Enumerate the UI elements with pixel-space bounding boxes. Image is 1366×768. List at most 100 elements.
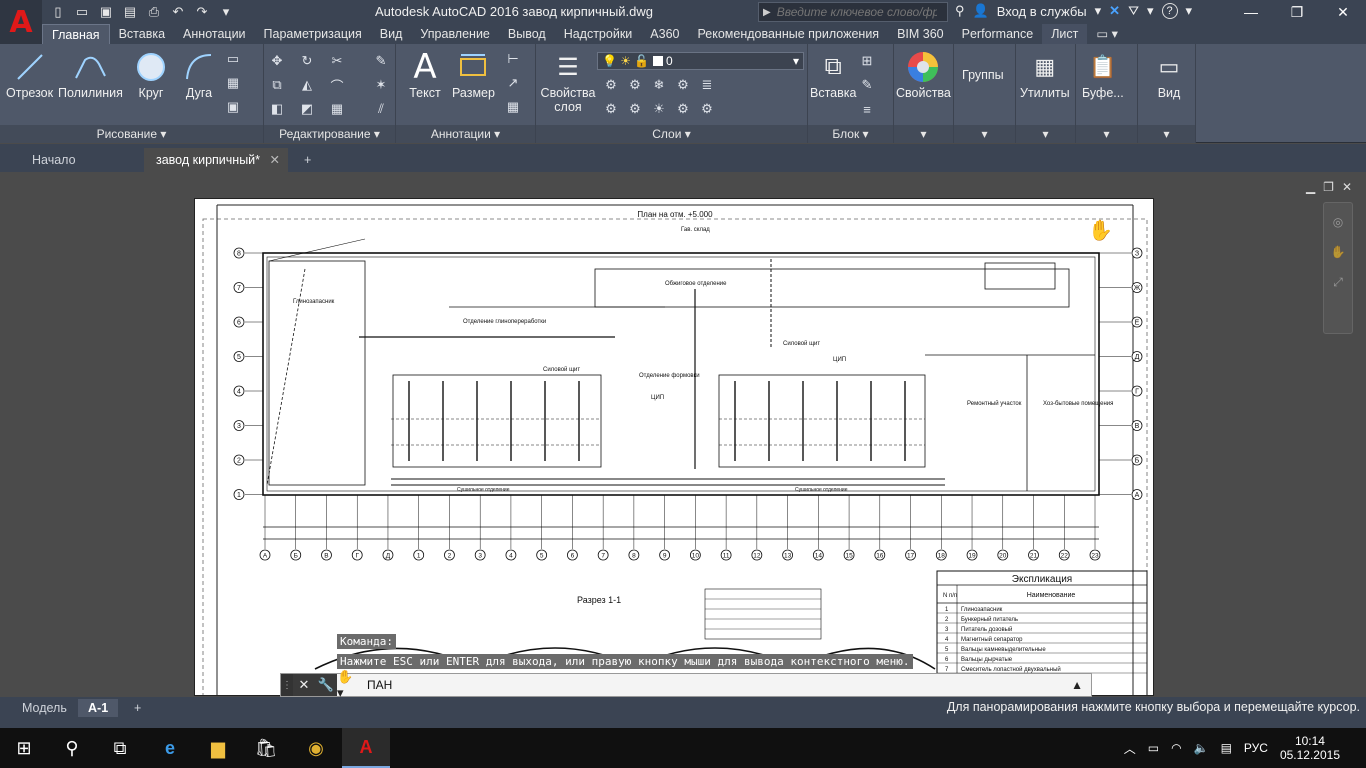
view-button[interactable]: ▭ Вид [1152, 50, 1186, 100]
polyline-button[interactable]: Полилиния [58, 50, 123, 100]
properties-expand[interactable]: ▾ [894, 125, 953, 143]
trim-icon[interactable]: ✂ [328, 52, 346, 70]
ribbon-tab[interactable]: Вывод [499, 24, 555, 44]
drawing-area[interactable]: ▁ ❐ ✕ ◎ ✋ ⤢ План на отм. +5.000 8 З 7 Ж … [0, 172, 1366, 696]
language-indicator[interactable]: РУС [1244, 741, 1268, 755]
tab-layout-a1[interactable]: A-1 [78, 699, 119, 717]
array-icon[interactable]: ▦ [328, 100, 346, 118]
copy-icon[interactable]: ⧉ [268, 76, 286, 94]
binoculars-icon[interactable]: ⚲ [955, 3, 965, 19]
tab-start[interactable]: Начало [20, 148, 88, 172]
scale-icon[interactable]: ◩ [298, 100, 316, 118]
pan-icon[interactable]: ✋ [1324, 245, 1352, 275]
undo-icon[interactable]: ↶ [168, 3, 188, 21]
search-box[interactable]: ▶ [758, 2, 948, 22]
explode-icon[interactable]: ✶ [372, 76, 390, 94]
rotate-icon[interactable]: ↻ [298, 52, 316, 70]
ribbon-tab[interactable]: Рекомендованные приложения [688, 24, 888, 44]
layer-isolate-icon[interactable]: ⚙ [626, 76, 644, 94]
save-as-icon[interactable]: ▤ [120, 3, 140, 21]
groups-button[interactable]: Группы [962, 68, 1004, 82]
restore-button[interactable]: ❐ [1274, 0, 1320, 24]
offset-icon[interactable]: ⫽ [372, 100, 390, 118]
wifi-icon[interactable]: ◠ [1171, 741, 1181, 755]
command-close-icon[interactable]: ✕ [293, 674, 315, 696]
signin-dropdown-icon[interactable]: ▾ [1095, 3, 1102, 19]
layer-unisolate-icon[interactable]: ⚙ [626, 100, 644, 118]
tab-drawing[interactable]: завод кирпичный* ✕ [144, 148, 288, 172]
layers-panel-title[interactable]: Слои ▾ [536, 125, 807, 143]
ribbon-tab[interactable]: Вставка [110, 24, 174, 44]
text-button[interactable]: A Текст [408, 47, 442, 100]
modify-panel-title[interactable]: Редактирование ▾ [264, 125, 395, 143]
new-file-icon[interactable]: ▯ [48, 3, 68, 21]
command-history-toggle-icon[interactable]: ▲ [1071, 678, 1083, 692]
command-customize-icon[interactable]: 🔧 [315, 674, 337, 696]
hatch-icon[interactable]: ▦ [224, 74, 242, 92]
close-button[interactable]: ✕ [1320, 0, 1366, 24]
volume-icon[interactable]: 🔈 [1194, 741, 1209, 755]
help-button[interactable]: ? [1161, 3, 1178, 19]
layer-on-icon[interactable]: ⚙ [602, 100, 620, 118]
qat-dropdown-icon[interactable]: ▾ [216, 3, 236, 21]
erase-icon[interactable]: ✎ [372, 52, 390, 70]
ribbon-tab[interactable]: Вид [371, 24, 412, 44]
rectangle-icon[interactable]: ▭ [224, 50, 242, 68]
signin-link[interactable]: Вход в службы [997, 4, 1087, 19]
ribbon-tab[interactable]: A360 [641, 24, 688, 44]
leader-icon[interactable]: ↗ [504, 74, 522, 92]
block-panel-title[interactable]: Блок ▾ [808, 125, 893, 143]
steering-wheel-icon[interactable]: ◎ [1324, 215, 1352, 245]
move-icon[interactable]: ✥ [268, 52, 286, 70]
create-block-icon[interactable]: ⊞ [858, 52, 876, 70]
paper-sheet[interactable]: План на отм. +5.000 8 З 7 Ж 6 Е 5 Д 4 Г … [194, 198, 1154, 696]
drawing-minimize-icon[interactable]: ▁ [1306, 180, 1315, 194]
tray-expand-icon[interactable]: ︿ [1124, 740, 1136, 757]
ribbon-tab[interactable]: Лист [1042, 24, 1088, 44]
ribbon-tab[interactable]: Performance [953, 24, 1043, 44]
store-icon[interactable]: 🛍 [242, 728, 290, 768]
open-file-icon[interactable]: ▭ [72, 3, 92, 21]
minimize-button[interactable]: — [1228, 0, 1274, 24]
chrome-icon[interactable]: ◉ [292, 728, 340, 768]
layer-unlock-icon[interactable]: ⚙ [674, 100, 692, 118]
explorer-icon[interactable]: ▆ [194, 728, 242, 768]
utilities-button[interactable]: ▦ Утилиты [1020, 50, 1070, 100]
search-expand-icon[interactable]: ▶ [763, 7, 771, 18]
edit-block-icon[interactable]: ✎ [858, 76, 876, 94]
navigation-bar[interactable]: ◎ ✋ ⤢ [1323, 202, 1353, 334]
layer-thaw-icon[interactable]: ☀ [650, 100, 668, 118]
autocad-taskbar-icon[interactable]: A [342, 728, 390, 768]
layer-dropdown[interactable]: 💡 ☀ 🔓 0 ▾ [597, 52, 804, 70]
ribbon-tab[interactable]: Главная [42, 24, 110, 44]
dimension-button[interactable]: Размер [452, 50, 495, 100]
a360-icon[interactable]: ⛛ [1128, 3, 1139, 19]
draw-panel-title[interactable]: Рисование ▾ [0, 125, 263, 143]
layer-freeze-icon[interactable]: ❄ [650, 76, 668, 94]
linear-dim-icon[interactable]: ⊢ [504, 50, 522, 68]
clock[interactable]: 10:14 05.12.2015 [1280, 734, 1340, 762]
search-taskbar-icon[interactable]: ⚲ [48, 728, 96, 768]
print-icon[interactable]: ⎙ [144, 3, 164, 21]
zoom-extents-icon[interactable]: ⤢ [1324, 275, 1352, 305]
layer-lock-icon[interactable]: ⚙ [674, 76, 692, 94]
utilities-expand[interactable]: ▾ [1016, 125, 1075, 143]
ribbon-tab[interactable]: Аннотации [174, 24, 254, 44]
redo-icon[interactable]: ↷ [192, 3, 212, 21]
battery-icon[interactable]: ▭ [1148, 741, 1159, 755]
application-menu-button[interactable]: A [0, 0, 42, 44]
edge-icon[interactable]: e [146, 728, 194, 768]
mirror-icon[interactable]: ◭ [298, 76, 316, 94]
command-recent-icon[interactable]: ✋▾ [337, 669, 359, 700]
line-button[interactable]: Отрезок [6, 50, 53, 100]
drawing-restore-icon[interactable]: ❐ [1323, 180, 1334, 194]
view-expand[interactable]: ▾ [1138, 125, 1195, 143]
ribbon-options-icon[interactable]: ▭ ▾ [1087, 24, 1127, 44]
notification-icon[interactable]: ▤ [1221, 741, 1232, 755]
task-view-icon[interactable]: ⧉ [96, 728, 144, 768]
layer-off-icon[interactable]: ⚙ [602, 76, 620, 94]
clipboard-button[interactable]: 📋 Буфе... [1082, 50, 1124, 100]
groups-expand[interactable]: ▾ [954, 125, 1015, 143]
ribbon-tab[interactable]: BIM 360 [888, 24, 953, 44]
exchange-icon[interactable]: ✕ [1109, 3, 1120, 19]
